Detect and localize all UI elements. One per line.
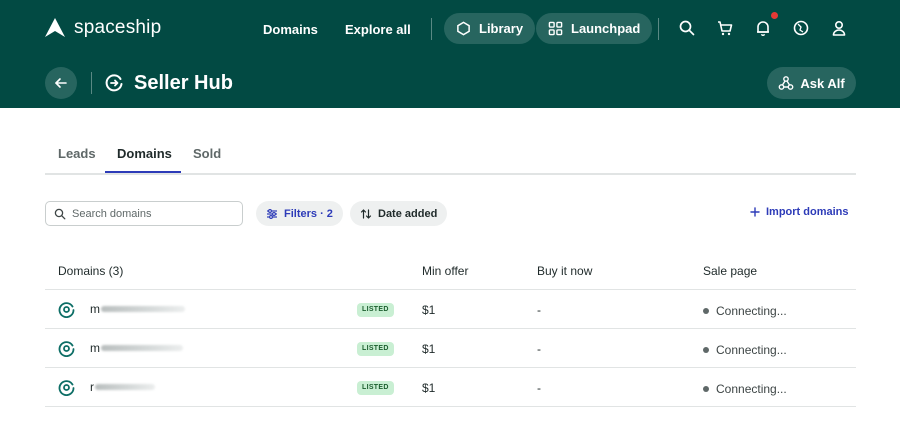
status-dot [703,308,709,314]
notification-dot [771,12,778,19]
back-button[interactable] [45,67,77,99]
table-row[interactable]: m LISTED $1 - Connecting... [45,329,856,368]
sort-date-button[interactable]: Date added [350,201,448,226]
column-header-min-offer[interactable]: Min offer [422,264,468,278]
min-offer-value: $1 [422,303,436,317]
search-icon [54,208,66,219]
domain-name[interactable]: r [90,380,155,394]
column-header-buy-it-now[interactable]: Buy it now [537,264,592,278]
min-offer-value: $1 [422,342,436,356]
status-badge: LISTED [357,303,394,317]
search-input[interactable] [72,207,232,220]
tab-sold[interactable]: Sold [193,146,221,162]
library-label: Library [479,21,524,36]
redacted-domain [95,384,155,390]
table-row[interactable]: r LISTED $1 - Connecting... [45,368,856,407]
column-header-domains[interactable]: Domains (3) [58,264,123,278]
seller-hub-icon [105,74,123,92]
status-badge: LISTED [357,342,394,356]
tab-leads[interactable]: Leads [58,146,96,162]
globe-icon[interactable] [792,19,810,37]
sale-page-label: Connecting... [716,382,787,396]
nav-domains[interactable]: Domains [263,20,318,40]
filters-button[interactable]: Filters · 2 [256,201,343,226]
brand-logo[interactable]: spaceship [44,17,161,39]
sort-date-label: Date added [378,207,438,220]
grid-icon [548,21,563,36]
status-dot [703,386,709,392]
sale-page-status: Connecting... [703,343,787,357]
plus-icon [750,207,760,217]
table-row[interactable]: m LISTED $1 - Connecting... [45,290,856,329]
search-icon[interactable] [678,19,696,37]
ask-alf-label: Ask Alf [800,75,845,91]
buy-now-value: - [537,303,541,317]
user-icon[interactable] [830,19,848,37]
import-domains-button[interactable]: Import domains [750,206,849,218]
tab-bar: Leads Domains Sold [45,140,856,175]
top-header: spaceship Domains Explore all Library La… [0,0,900,108]
status-badge: LISTED [357,381,394,395]
nav-divider-2 [658,18,659,40]
table-header: Domains (3) Min offer Buy it now Sale pa… [45,255,856,290]
ask-alf-button[interactable]: Ask Alf [767,67,856,99]
hexagon-icon [457,21,470,36]
tab-domains[interactable]: Domains [117,146,172,162]
buy-now-value: - [537,381,541,395]
sale-page-label: Connecting... [716,343,787,357]
arrow-left-icon [55,78,67,88]
sort-icon [360,208,372,219]
cart-icon[interactable] [716,19,734,37]
filters-label: Filters · 2 [284,207,333,220]
sliders-icon [267,208,277,219]
launchpad-label: Launchpad [571,21,641,36]
library-button[interactable]: Library [444,13,536,44]
bell-icon[interactable] [754,19,772,37]
brand-name: spaceship [74,17,162,38]
status-dot [703,347,709,353]
domain-name-prefix: r [90,380,94,394]
spaceship-logo-icon [45,18,65,37]
sale-page-status: Connecting... [703,304,787,318]
redacted-domain [101,306,185,312]
sale-page-label: Connecting... [716,304,787,318]
launchpad-button[interactable]: Launchpad [536,13,653,44]
redacted-domain [101,345,183,351]
min-offer-value: $1 [422,381,436,395]
domain-name-prefix: m [90,302,100,316]
import-domains-label: Import domains [766,206,849,218]
page-title: Seller Hub [134,72,233,94]
sale-page-status: Connecting... [703,382,787,396]
domain-name[interactable]: m [90,302,185,316]
domain-name-prefix: m [90,341,100,355]
search-box[interactable] [45,201,243,226]
active-tab-indicator [105,171,181,173]
title-divider [91,72,92,94]
nav-divider [431,18,432,40]
domain-status-icon [58,302,75,318]
alf-icon [778,76,794,90]
column-header-sale-page[interactable]: Sale page [703,264,757,278]
domain-status-icon [58,380,75,396]
nav-explore-all[interactable]: Explore all [345,20,411,40]
domain-status-icon [58,341,75,357]
domain-name[interactable]: m [90,341,183,355]
buy-now-value: - [537,342,541,356]
